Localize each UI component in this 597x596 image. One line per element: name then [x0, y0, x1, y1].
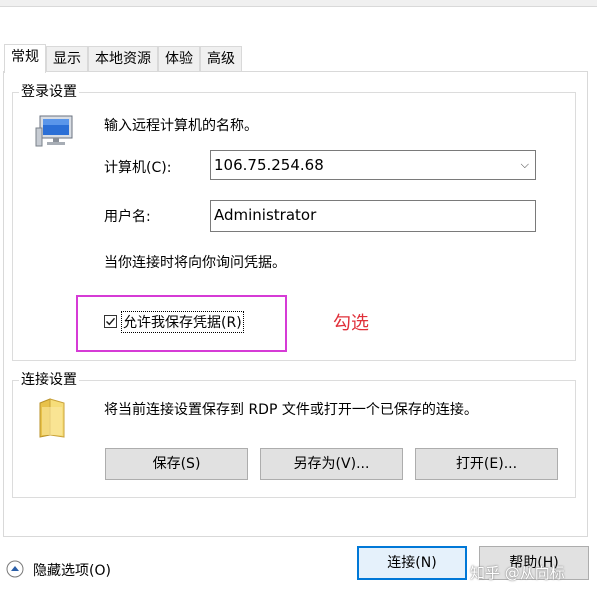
- connect-button[interactable]: 连接(N): [357, 546, 467, 580]
- computer-combobox[interactable]: 106.75.254.68 ⌵: [210, 150, 536, 180]
- chevron-down-icon[interactable]: ⌵: [521, 151, 529, 179]
- tab-display[interactable]: 显示: [46, 46, 88, 72]
- login-settings-title: 登录设置: [19, 82, 79, 102]
- open-button[interactable]: 打开(E)...: [415, 448, 558, 480]
- login-instruction: 输入远程计算机的名称。: [104, 118, 258, 134]
- connection-settings-group: 连接设置: [12, 370, 576, 498]
- chevron-up-circle-icon[interactable]: [6, 560, 24, 578]
- computer-label: 计算机(C):: [104, 160, 172, 176]
- tab-experience[interactable]: 体验: [158, 46, 200, 72]
- tab-strip: 常规 显示 本地资源 体验 高级: [4, 44, 242, 73]
- monitor-icon: [34, 114, 76, 154]
- connection-settings-title: 连接设置: [19, 370, 79, 390]
- window-top-edge: [0, 0, 597, 7]
- folder-icon: [34, 397, 70, 443]
- tab-advanced[interactable]: 高级: [200, 46, 242, 72]
- watermark-text: 知乎 @从向标: [470, 564, 565, 582]
- connection-description: 将当前连接设置保存到 RDP 文件或打开一个已保存的连接。: [104, 402, 478, 418]
- annotation-label: 勾选: [333, 313, 369, 334]
- tab-local-resources[interactable]: 本地资源: [88, 46, 158, 72]
- tab-general[interactable]: 常规: [4, 44, 46, 73]
- username-value: Administrator: [214, 206, 317, 224]
- credentials-prompt-note: 当你连接时将向你询问凭据。: [104, 255, 286, 271]
- username-label: 用户名:: [104, 209, 151, 225]
- computer-value: 106.75.254.68: [214, 156, 324, 174]
- save-button[interactable]: 保存(S): [105, 448, 248, 480]
- username-field[interactable]: Administrator: [210, 200, 536, 232]
- save-as-button[interactable]: 另存为(V)...: [260, 448, 403, 480]
- annotation-highlight-box: [76, 295, 287, 352]
- hide-options-link[interactable]: 隐藏选项(O): [33, 560, 111, 580]
